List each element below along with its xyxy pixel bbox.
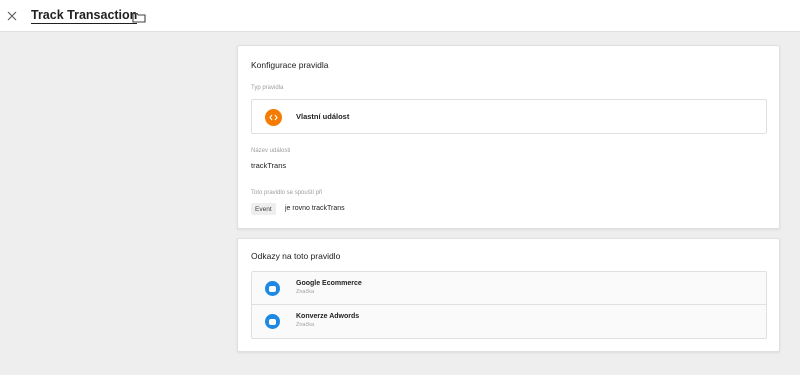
card-title: Konfigurace pravidla xyxy=(251,60,329,70)
trigger-type-selector[interactable]: Vlastní událost xyxy=(251,99,767,134)
fires-on-label: Toto pravidlo se spouští při xyxy=(251,190,323,196)
trigger-type-label: Typ pravidla xyxy=(251,85,284,91)
condition-text: je rovno trackTrans xyxy=(285,205,345,212)
references-list: Google Ecommerce Značka Konverze Adwords… xyxy=(251,271,767,339)
tag-icon xyxy=(265,314,280,329)
event-name-value: trackTrans xyxy=(251,161,287,170)
trigger-name-title[interactable]: Track Transaction xyxy=(31,9,138,24)
reference-name: Konverze Adwords xyxy=(296,313,360,320)
trigger-configuration-card: Konfigurace pravidla Typ pravidla Vlastn… xyxy=(237,45,780,229)
tag-icon xyxy=(265,281,280,296)
top-bar: Track Transaction xyxy=(0,0,800,32)
event-name-label: Název události xyxy=(251,148,291,154)
reference-kind: Značka xyxy=(296,289,315,295)
bottom-strip xyxy=(0,375,800,379)
condition-variable-chip: Event xyxy=(251,203,276,215)
trigger-references-card: Odkazy na toto pravidlo Google Ecommerce… xyxy=(237,238,780,352)
folder-icon[interactable] xyxy=(132,10,146,23)
trigger-type-value: Vlastní událost xyxy=(296,112,350,121)
close-icon[interactable] xyxy=(3,7,21,25)
reference-kind: Značka xyxy=(296,322,315,328)
custom-event-code-icon xyxy=(265,109,282,126)
card-title: Odkazy na toto pravidlo xyxy=(251,251,341,261)
reference-item-konverze-adwords[interactable]: Konverze Adwords Značka xyxy=(252,305,766,338)
reference-name: Google Ecommerce xyxy=(296,280,362,287)
reference-item-google-ecommerce[interactable]: Google Ecommerce Značka xyxy=(252,272,766,305)
